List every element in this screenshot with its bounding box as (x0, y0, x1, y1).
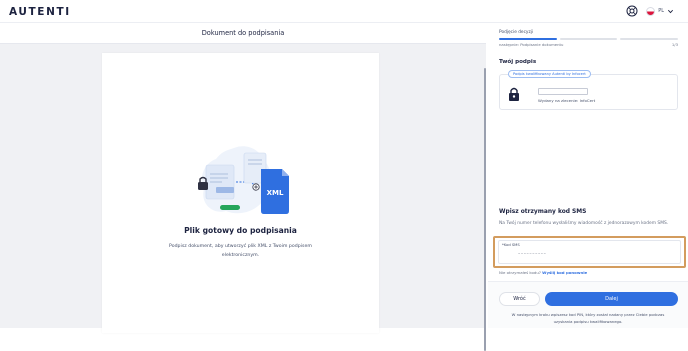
document-title: Dokument do podpisania (201, 29, 285, 37)
top-bar: AUTENTI PL (0, 0, 688, 23)
next-step-label: następnie: Podpisanie dokumentu (499, 42, 564, 47)
file-ready-heading: Plik gotowy do podpisania (184, 226, 297, 235)
autenti-logo[interactable]: AUTENTI (9, 6, 71, 18)
document-panel: Dokument do podpisania XML Plik gotowy d… (0, 23, 486, 351)
signature-issuer: Wydany na zlecenie: InfoCert (538, 98, 596, 103)
top-bar-actions: PL (626, 5, 674, 17)
current-step-label: Podjęcie decyzji (499, 30, 534, 35)
resend-row: Nie otrzymałeś kodu? Wyślij kod ponownie (499, 270, 587, 275)
file-ready-description: Podpisz dokument, aby utworzyć plik XML … (169, 244, 312, 258)
xml-file-illustration: XML (198, 146, 289, 214)
document-scrollbar[interactable] (484, 68, 486, 351)
resend-question: Nie otrzymałeś kodu? (499, 270, 541, 275)
help-icon[interactable] (626, 5, 638, 17)
sms-code-field[interactable]: *Kod SMS –––––––––– (498, 240, 681, 264)
step-counter: 1/3 (671, 42, 678, 47)
progress-step-3 (620, 38, 679, 40)
signing-sidebar: Podjęcie decyzji następnie: Podpisanie d… (488, 23, 688, 328)
pin-hint: W następnym kroku wpiszesz kod PIN, któr… (511, 312, 665, 324)
progress-step-1 (499, 38, 557, 40)
signature-placeholder (538, 88, 588, 95)
poland-flag-icon (646, 6, 656, 16)
signature-type-chip: Podpis kwalifikowany Autenti by Infocert (508, 70, 591, 78)
language-selector[interactable]: PL (646, 6, 674, 16)
sms-section-title: Wpisz otrzymany kod SMS (499, 209, 587, 215)
sms-field-label: *Kod SMS (502, 243, 520, 247)
language-code: PL (658, 8, 664, 14)
back-button[interactable]: Wróć (499, 292, 540, 306)
sms-description: Na Twój numer telefonu wysłaliśmy wiadom… (499, 221, 669, 226)
sidebar-footer: Wróć Dalej W następnym kroku wpiszesz ko… (488, 281, 688, 328)
resend-code-link[interactable]: Wyślij kod ponownie (542, 270, 587, 275)
progress-step-2 (559, 38, 618, 40)
sms-field-highlight: *Kod SMS –––––––––– (493, 236, 686, 268)
document-panel-header: Dokument do podpisania (0, 23, 486, 44)
signature-section-title: Twój podpis (499, 59, 537, 65)
document-preview-card: XML Plik gotowy do podpisania Podpisz do… (102, 53, 379, 333)
next-button[interactable]: Dalej (545, 292, 678, 306)
signature-card[interactable]: Podpis kwalifikowany Autenti by Infocert… (499, 70, 678, 110)
lock-icon (509, 87, 519, 101)
sms-code-placeholder: –––––––––– (518, 252, 547, 257)
step-progress-bar (499, 38, 679, 40)
xml-badge-text: XML (267, 189, 284, 197)
chevron-down-icon (667, 9, 674, 13)
